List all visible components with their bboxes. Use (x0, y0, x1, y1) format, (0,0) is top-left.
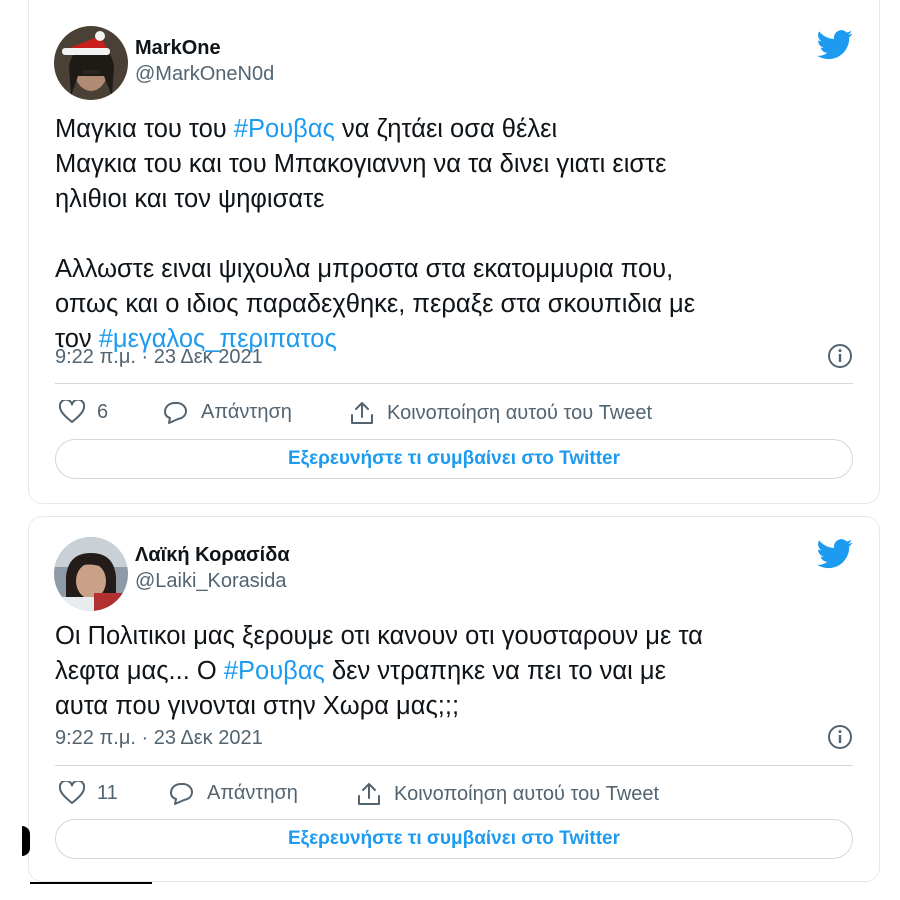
tweet-text-segment: δεν ντραπηκε να πει το ναι με (324, 657, 666, 685)
tweet-text-segment: λεφτα μας... Ο (55, 657, 224, 685)
info-icon[interactable] (827, 724, 853, 750)
reply-icon (170, 783, 193, 805)
tweet-text-segment: Αλλωστε ειναι ψιχουλα μπροστα στα εκατομ… (55, 255, 674, 283)
tweet-text-line: λεφτα μας... Ο #Ρουβας δεν ντραπηκε να π… (55, 654, 855, 689)
tweet-text-segment: Οι Πολιτικοι μας ξερουμε οτι κανουν οτι … (55, 622, 703, 650)
hashtag-link[interactable]: #Ρουβας (224, 657, 325, 685)
share-button[interactable]: Κοινοποίηση αυτού του Tweet (356, 781, 659, 807)
tweet-text-line: Μαγκια του και του Μπακογιαννη να τα διν… (55, 147, 855, 182)
avatar[interactable] (54, 26, 128, 100)
tweet-text-line: οπως και ο ιδιος παραδεχθηκε, περαξε στα… (55, 287, 855, 322)
tweet-timestamp[interactable]: 9:22 π.μ. · 23 Δεκ 2021 (55, 727, 263, 750)
edge-artifact (22, 826, 30, 856)
tweet-text-segment: Μαγκια του του (55, 115, 234, 143)
hashtag-link[interactable]: #Ρουβας (234, 115, 335, 143)
share-icon (358, 783, 380, 805)
twitter-bird-icon[interactable] (817, 539, 853, 569)
share-label: Κοινοποίηση αυτού του Tweet (394, 782, 660, 805)
like-button[interactable]: 11 (59, 781, 118, 805)
tweet-text-line: Μαγκια του του #Ρουβας να ζητάει οσα θέλ… (55, 112, 855, 147)
avatar[interactable] (54, 537, 128, 611)
like-count: 11 (97, 781, 118, 804)
tweet-text: Οι Πολιτικοι μας ξερουμε οτι κανουν οτι … (55, 619, 855, 724)
bottom-edge-line (30, 882, 152, 884)
user-handle[interactable]: @MarkOneN0d (135, 63, 274, 86)
divider (55, 765, 853, 766)
like-count: 6 (97, 400, 109, 423)
like-button[interactable]: 6 (59, 400, 108, 424)
tweet-text-segment: αυτα που γινονται στην Χωρα μας;;; (55, 692, 460, 720)
tweet-text-line: αυτα που γινονται στην Χωρα μας;;; (55, 689, 855, 724)
tweet-text-segment: Μαγκια του και του Μπακογιαννη να τα διν… (55, 150, 667, 178)
info-icon[interactable] (827, 343, 853, 369)
reply-label: Απάντηση (201, 400, 292, 423)
tweet-text-line: Αλλωστε ειναι ψιχουλα μπροστα στα εκατομ… (55, 252, 855, 287)
reply-icon (164, 402, 187, 424)
explore-twitter-button[interactable]: Εξερευνήστε τι συμβαίνει στο Twitter (55, 819, 853, 859)
twitter-bird-icon[interactable] (817, 30, 853, 60)
share-label: Κοινοποίηση αυτού του Tweet (387, 401, 653, 424)
display-name[interactable]: Λαϊκή Κορασίδα (135, 544, 290, 567)
reply-button[interactable]: Απάντηση (167, 781, 298, 805)
reply-label: Απάντηση (207, 781, 298, 804)
tweet-card: Λαϊκή Κορασίδα @Laiki_Korasida Οι Πολιτι… (28, 516, 880, 882)
tweet-text-line: ηλιθιοι και τον ψηφισατε (55, 182, 855, 217)
tweet-text: Μαγκια του του #Ρουβας να ζητάει οσα θέλ… (55, 112, 855, 357)
share-icon (351, 402, 373, 424)
heart-icon (59, 781, 85, 804)
reply-button[interactable]: Απάντηση (161, 400, 292, 424)
tweet-text-segment: οπως και ο ιδιος παραδεχθηκε, περαξε στα… (55, 290, 696, 318)
user-handle[interactable]: @Laiki_Korasida (135, 570, 287, 593)
divider (55, 383, 853, 384)
share-button[interactable]: Κοινοποίηση αυτού του Tweet (349, 400, 652, 426)
tweet-timestamp[interactable]: 9:22 π.μ. · 23 Δεκ 2021 (55, 346, 263, 369)
tweet-text-line (55, 217, 855, 252)
tweet-card: MarkOne @MarkOneN0d Μαγκια του του #Ρουβ… (28, 0, 880, 504)
explore-twitter-button[interactable]: Εξερευνήστε τι συμβαίνει στο Twitter (55, 439, 853, 479)
tweet-text-segment: ηλιθιοι και τον ψηφισατε (55, 185, 325, 213)
heart-icon (59, 400, 85, 423)
display-name[interactable]: MarkOne (135, 37, 221, 60)
tweet-text-line: Οι Πολιτικοι μας ξερουμε οτι κανουν οτι … (55, 619, 855, 654)
tweet-text-segment: να ζητάει οσα θέλει (334, 115, 558, 143)
